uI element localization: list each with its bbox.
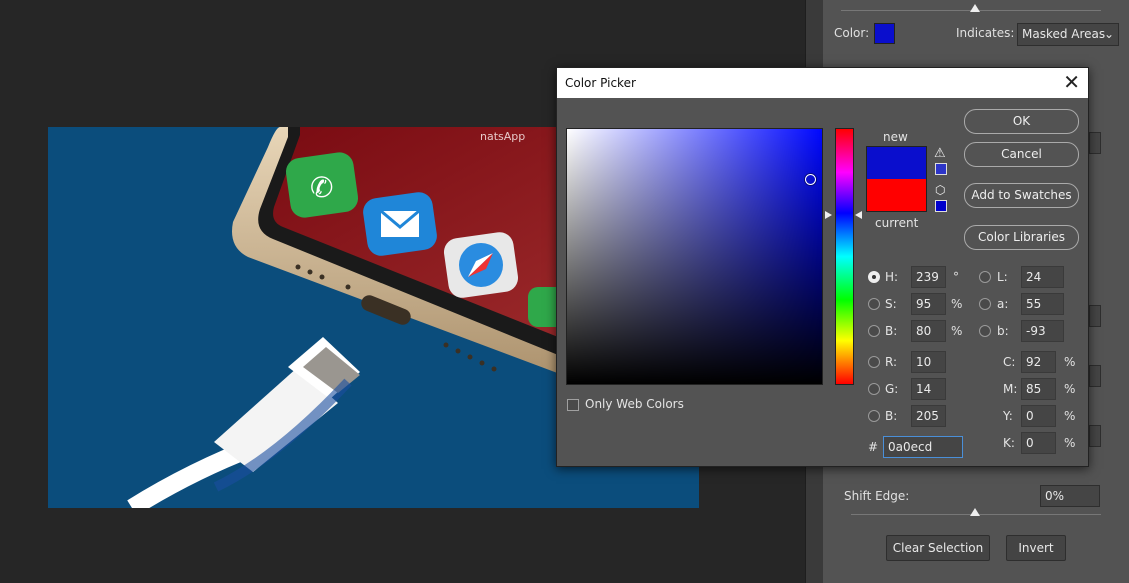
add-to-swatches-button[interactable]: Add to Swatches	[964, 183, 1079, 208]
current-label: current	[875, 216, 919, 230]
lab-b-radio[interactable]	[979, 325, 991, 337]
lightness-radio[interactable]	[979, 271, 991, 283]
cyan-label: C:	[1003, 355, 1016, 369]
new-label: new	[883, 130, 908, 144]
lab-a-label: a:	[997, 297, 1009, 311]
hue-slider[interactable]	[835, 128, 854, 385]
indicates-label: Indicates:	[956, 26, 1015, 40]
saturation-label: S:	[885, 297, 897, 311]
chevron-down-icon: ⌄	[1103, 27, 1114, 41]
green-label: G:	[885, 382, 899, 396]
panel-field-3[interactable]	[1089, 365, 1101, 387]
web-safe-cube-icon[interactable]: ⬡	[935, 183, 945, 197]
red-input[interactable]: 10	[911, 351, 946, 373]
current-color-swatch[interactable]	[866, 179, 927, 212]
web-safe-swatch[interactable]	[935, 200, 947, 212]
brightness-unit: %	[951, 324, 963, 338]
blue-label: B:	[885, 409, 898, 423]
panel-field-4[interactable]	[1089, 425, 1101, 447]
shift-edge-label: Shift Edge:	[844, 489, 910, 503]
hue-unit: °	[953, 270, 959, 284]
hue-input[interactable]: 239	[911, 266, 946, 288]
panel-field-1[interactable]	[1089, 132, 1101, 154]
color-picker-dialog: Color Picker ✕ new current ⚠ ⬡ OK Cancel…	[556, 67, 1089, 467]
gamut-swatch[interactable]	[935, 163, 947, 175]
indicates-select[interactable]: Masked Areas ⌄	[1017, 23, 1119, 46]
lab-b-label: b:	[997, 324, 1009, 338]
hex-input[interactable]: 0a0ecd	[883, 436, 963, 458]
mask-color-swatch[interactable]	[874, 23, 895, 44]
dialog-title: Color Picker	[565, 76, 636, 90]
invert-button[interactable]: Invert	[1006, 535, 1066, 561]
saturation-input[interactable]: 95	[911, 293, 946, 315]
red-radio[interactable]	[868, 356, 880, 368]
hue-slider-left-arrow[interactable]	[825, 211, 832, 219]
brightness-label: B:	[885, 324, 898, 338]
magenta-unit: %	[1064, 382, 1076, 396]
hex-label: #	[868, 440, 879, 454]
green-input[interactable]: 14	[911, 378, 946, 400]
yellow-input[interactable]: 0	[1021, 405, 1056, 427]
dialog-title-bar[interactable]: Color Picker ✕	[557, 68, 1088, 98]
hue-radio[interactable]	[868, 271, 880, 283]
saturation-radio[interactable]	[868, 298, 880, 310]
close-icon[interactable]: ✕	[1063, 68, 1080, 96]
lab-a-input[interactable]: 55	[1021, 293, 1064, 315]
black-label: K:	[1003, 436, 1015, 450]
only-web-colors-label: Only Web Colors	[585, 397, 684, 411]
warning-icon[interactable]: ⚠	[934, 146, 946, 161]
indicates-value: Masked Areas	[1022, 27, 1106, 41]
lightness-label: L:	[997, 270, 1008, 284]
cancel-button[interactable]: Cancel	[964, 142, 1079, 167]
cyan-input[interactable]: 92	[1021, 351, 1056, 373]
new-color-swatch	[866, 146, 927, 179]
blue-input[interactable]: 205	[911, 405, 946, 427]
watermark-text: natsApp	[480, 130, 525, 143]
lab-a-radio[interactable]	[979, 298, 991, 310]
shift-edge-input[interactable]: 0%	[1040, 485, 1100, 507]
green-radio[interactable]	[868, 383, 880, 395]
lab-b-input[interactable]: -93	[1021, 320, 1064, 342]
color-label: Color:	[834, 26, 870, 40]
hue-label: H:	[885, 270, 899, 284]
yellow-label: Y:	[1003, 409, 1013, 423]
red-label: R:	[885, 355, 898, 369]
shift-edge-slider-thumb[interactable]	[970, 508, 980, 516]
only-web-colors-checkbox[interactable]	[567, 399, 579, 411]
color-field[interactable]	[566, 128, 823, 385]
black-unit: %	[1064, 436, 1076, 450]
panel-field-2[interactable]	[1089, 305, 1101, 327]
brightness-radio[interactable]	[868, 325, 880, 337]
ok-button[interactable]: OK	[964, 109, 1079, 134]
yellow-unit: %	[1064, 409, 1076, 423]
magenta-input[interactable]: 85	[1021, 378, 1056, 400]
top-slider-thumb[interactable]	[970, 4, 980, 12]
saturation-unit: %	[951, 297, 963, 311]
magenta-label: M:	[1003, 382, 1018, 396]
color-libraries-button[interactable]: Color Libraries	[964, 225, 1079, 250]
brightness-input[interactable]: 80	[911, 320, 946, 342]
svg-text:✆: ✆	[310, 171, 333, 204]
lightness-input[interactable]: 24	[1021, 266, 1064, 288]
cyan-unit: %	[1064, 355, 1076, 369]
hue-slider-right-arrow[interactable]	[855, 211, 862, 219]
clear-selection-button[interactable]: Clear Selection	[886, 535, 990, 561]
blue-radio[interactable]	[868, 410, 880, 422]
black-input[interactable]: 0	[1021, 432, 1056, 454]
color-field-cursor[interactable]	[805, 174, 816, 185]
